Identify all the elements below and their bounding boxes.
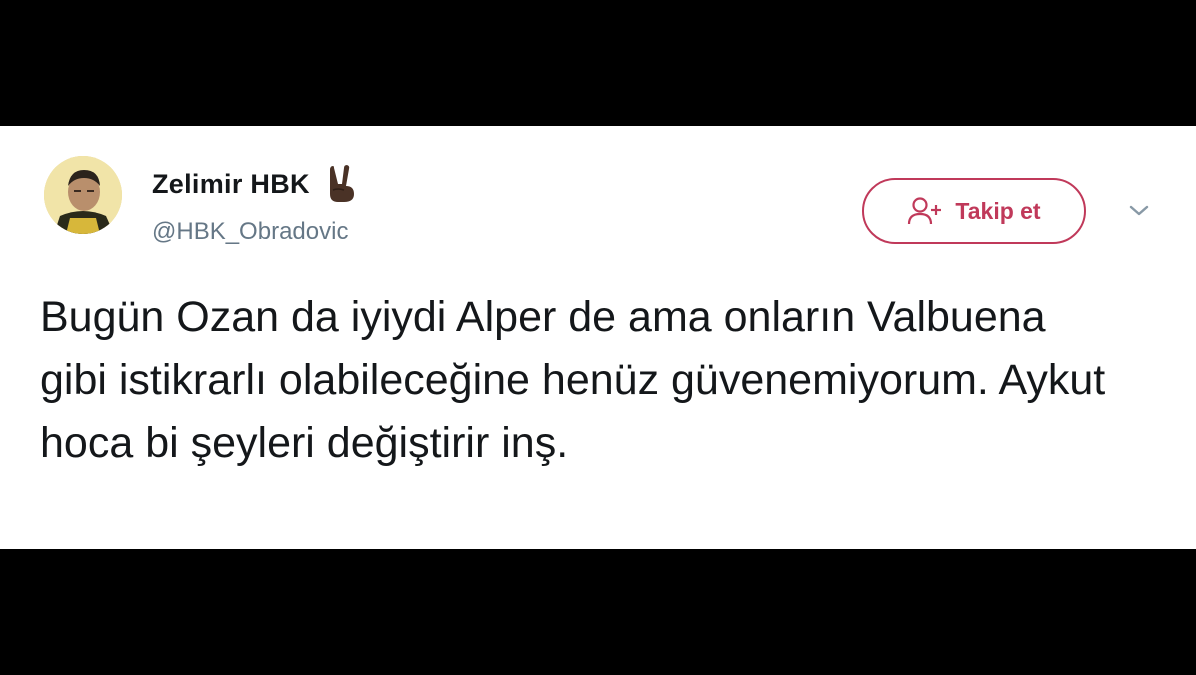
- author-handle[interactable]: @HBK_Obradovic: [152, 218, 348, 246]
- follow-button[interactable]: Takip et: [862, 178, 1086, 244]
- add-user-icon: [907, 196, 945, 226]
- victory-hand-icon: [324, 164, 360, 204]
- screenshot-frame: Zelimir HBK @HBK_Obradovic Takip et Bugü…: [0, 0, 1196, 675]
- tweet-card: Zelimir HBK @HBK_Obradovic Takip et Bugü…: [0, 126, 1196, 549]
- tweet-text: Bugün Ozan da iyiydi Alper de ama onları…: [40, 293, 1106, 467]
- avatar-image: [44, 156, 122, 234]
- author-display-name[interactable]: Zelimir HBK: [152, 169, 310, 200]
- chevron-down-icon[interactable]: [1126, 202, 1152, 220]
- profile-avatar[interactable]: [44, 156, 122, 234]
- follow-button-label: Takip et: [955, 197, 1041, 224]
- author-name-row: Zelimir HBK: [152, 164, 360, 204]
